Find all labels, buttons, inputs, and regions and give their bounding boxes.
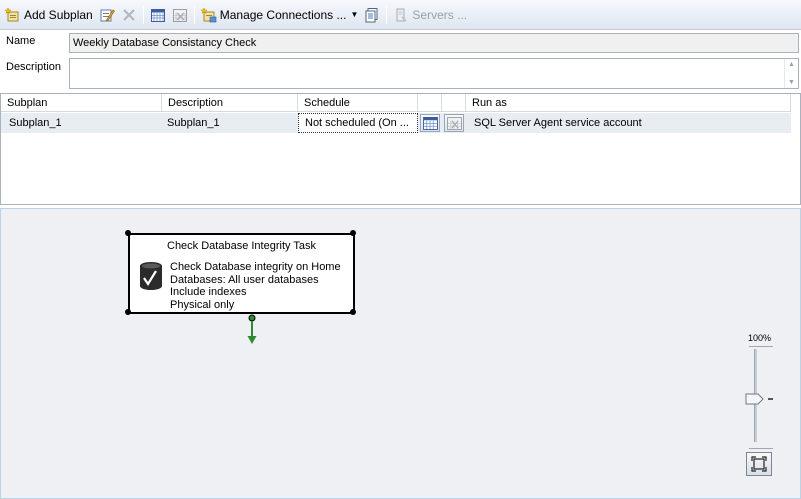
task-title: Check Database Integrity Task [167, 240, 316, 252]
scroll-down-icon[interactable]: ▼ [788, 79, 795, 86]
check-database-integrity-task[interactable]: Check Database Integrity Task Check Data… [128, 233, 355, 314]
calendar-icon [150, 8, 165, 22]
resize-handle[interactable] [350, 230, 356, 236]
precedence-connector-arrow[interactable] [246, 314, 258, 346]
zoom-level-label: 100% [748, 333, 772, 343]
task-details: Check Database integrity on Home Databas… [170, 261, 341, 311]
column-header-remove-button [442, 94, 466, 112]
scroll-up-icon[interactable]: ▲ [788, 61, 795, 68]
description-label: Description [6, 61, 62, 73]
design-surface[interactable]: Check Database Integrity Task Check Data… [0, 208, 801, 499]
column-header-subplan[interactable]: Subplan [1, 94, 162, 112]
cell-run-as[interactable]: SQL Server Agent service account [466, 113, 791, 133]
remove-schedule-cell-button[interactable] [444, 114, 464, 132]
edit-schedule-button[interactable] [420, 114, 440, 132]
task-detail-line: Physical only [170, 298, 235, 311]
column-header-schedule[interactable]: Schedule [298, 94, 418, 112]
connections-icon [200, 6, 217, 22]
calendar-icon [422, 116, 438, 130]
servers-label: Servers ... [412, 7, 468, 22]
subplan-schedule-button[interactable] [147, 4, 169, 26]
chevron-down-icon[interactable]: ▼ [350, 10, 358, 19]
zoom-tick [749, 346, 773, 347]
servers-button[interactable]: Servers ... [390, 4, 470, 26]
description-field[interactable]: ▲ ▼ [69, 58, 799, 89]
toolbar-separator [386, 5, 388, 24]
zoom-slider-thumb[interactable] [745, 393, 765, 405]
delete-subplan-button[interactable] [118, 4, 140, 26]
toolbar: Add Subplan Manage Connections ... ▼ Ser… [0, 0, 801, 30]
column-header-description[interactable]: Description [162, 94, 298, 112]
calendar-remove-icon [172, 8, 187, 22]
delete-x-icon [122, 8, 135, 21]
column-header-schedule-button [418, 94, 442, 112]
edit-subplan-button[interactable] [96, 4, 118, 26]
calendar-remove-icon [446, 116, 462, 130]
edit-properties-icon [100, 9, 115, 21]
cell-subplan[interactable]: Subplan_1 [1, 113, 162, 133]
column-header-run-as[interactable]: Run as [466, 94, 791, 112]
report-icon [365, 7, 378, 22]
table-row[interactable]: Subplan_1 Subplan_1 Not scheduled (On ..… [1, 113, 791, 133]
grid-header: Subplan Description Schedule Run as [1, 94, 791, 112]
toolbar-separator [142, 5, 144, 24]
resize-handle[interactable] [350, 309, 356, 315]
name-field[interactable]: Weekly Database Consistancy Check [69, 33, 799, 53]
fit-to-window-icon [751, 456, 767, 472]
zoom-mark [768, 398, 773, 400]
manage-connections-label: Manage Connections ... [219, 7, 347, 22]
add-subplan-button[interactable]: Add Subplan [2, 4, 96, 26]
cell-description[interactable]: Subplan_1 [159, 113, 295, 133]
add-subplan-label: Add Subplan [24, 7, 93, 22]
name-label: Name [6, 35, 36, 47]
resize-handle[interactable] [125, 309, 131, 315]
reporting-logging-button[interactable] [361, 4, 383, 26]
resize-handle[interactable] [125, 230, 131, 236]
add-subplan-icon [5, 6, 19, 21]
subplan-grid: Subplan Description Schedule Run as Subp… [0, 93, 801, 205]
servers-icon [396, 8, 407, 21]
database-check-icon [140, 262, 162, 290]
zoom-to-fit-button[interactable] [746, 452, 772, 476]
task-detail-line: Check Database integrity on Home [170, 261, 341, 273]
description-scrollbar[interactable]: ▲ ▼ [784, 59, 798, 88]
manage-connections-button[interactable]: Manage Connections ... ▼ [198, 4, 362, 26]
toolbar-separator [193, 5, 195, 24]
task-detail-line: Databases: All user databases [170, 273, 319, 286]
task-detail-line: Include indexes [170, 286, 247, 298]
remove-schedule-button[interactable] [169, 4, 191, 26]
zoom-tick [749, 448, 773, 449]
cell-schedule[interactable]: Not scheduled (On ... [298, 113, 418, 133]
